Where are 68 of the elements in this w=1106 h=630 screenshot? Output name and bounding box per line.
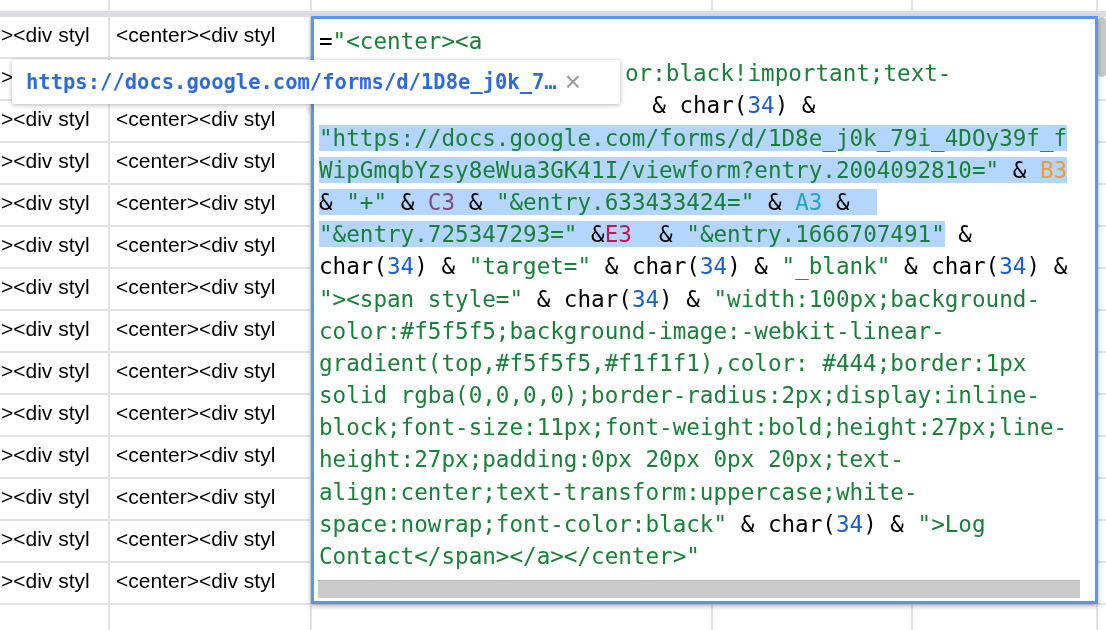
formula-text: "https://docs.google.com/forms/d/1D8e_j0k_79i_4DOy39f_f: [319, 124, 1068, 151]
cell-reference: B3: [1039, 156, 1068, 183]
formula-text: & char(: [739, 510, 836, 537]
formula-text: color:#f5f5f5;background-image:-webkit-linear-: [319, 317, 945, 344]
formula-text: =: [319, 28, 333, 54]
formula-text: gradient(top,#f5f5f5,#f1f1f1),color: #444;border:1px: [319, 349, 1027, 376]
formula-text: "+": [346, 188, 388, 215]
formula-text: 34: [699, 253, 728, 280]
formula-text: block;font-size:11px;font-weight:bold;height:27px;line-: [319, 414, 1068, 441]
table-cell: ><div styl: [0, 395, 110, 435]
formula-text: &: [957, 221, 972, 248]
formula-text: char(: [319, 253, 387, 280]
table-cell: ><div styl: [0, 311, 110, 351]
formula-text: & char(: [651, 92, 748, 119]
formula-text: & char(: [535, 285, 632, 312]
formula-text: "&entry.1666707491": [686, 221, 945, 248]
table-cell: ><div styl: [0, 521, 110, 561]
formula-text: 34: [387, 253, 415, 280]
formula-text: &: [455, 188, 496, 215]
table-cell: ><div styl: [0, 563, 110, 603]
cell-reference: E3: [604, 221, 632, 248]
formula-text: 34: [747, 92, 775, 119]
formula-text: ) &: [414, 253, 457, 280]
table-cell: ><div styl: [0, 353, 110, 393]
formula-text: "&entry.725347293=": [319, 221, 578, 248]
table-cell: ><div styl: [0, 227, 110, 267]
formula-text: height:27px;padding:0px 20px 0px 20px;text-: [319, 446, 904, 473]
table-cell: ><div styl: [0, 17, 110, 57]
table-cell: ><div styl: [0, 269, 110, 309]
formula-text: ) &: [863, 510, 905, 537]
formula-text: & char(: [903, 253, 1000, 280]
table-cell: ><div styl: [0, 143, 110, 183]
formula-text: &: [822, 188, 877, 215]
scrollbar[interactable]: [318, 580, 1080, 598]
formula-text: &: [577, 221, 605, 248]
formula-text: "<center><a: [332, 28, 483, 54]
formula-text: ) &: [774, 92, 816, 119]
formula-text: solid rgba(0,0,0,0);border-radius:2px;display:inline-: [319, 382, 1040, 409]
formula-text: space:nowrap;font-color:black": [319, 510, 728, 537]
formula-text: 34: [631, 285, 660, 312]
formula-text: ">Log: [917, 510, 986, 537]
formula-text: "target=": [468, 253, 592, 280]
formula-text: "width:100px;background-: [713, 285, 1040, 312]
formula-text: 34: [835, 510, 864, 537]
formula-text: or:black!important;text-: [625, 60, 952, 87]
formula-text: &: [319, 188, 347, 215]
cell-reference: C3: [427, 188, 456, 215]
formula-text: ) &: [1026, 253, 1068, 280]
formula-text: "&entry.633433424=": [495, 188, 755, 215]
cell-reference: A3: [795, 188, 823, 215]
formula-text: &: [387, 188, 428, 215]
formula-text: 34: [999, 253, 1027, 280]
table-cell: ><div styl: [0, 479, 110, 519]
formula-text: align:center;text-transform:uppercase;white-: [319, 478, 918, 505]
close-button[interactable]: ×: [564, 68, 582, 96]
formula-text: &: [999, 156, 1040, 183]
formula-text: ) &: [659, 285, 701, 312]
formula-text: &: [754, 188, 796, 215]
formula-text: & char(: [603, 253, 700, 280]
formula-text: "><span style=": [319, 285, 524, 312]
formula-text: WipGmqbYzsy8eWua3GK41I/viewform?entry.2004092810=": [319, 156, 1000, 183]
formula-text: &: [631, 221, 687, 248]
formula-text: Contact</span></a></center>": [319, 543, 700, 569]
table-cell: ><div styl: [0, 185, 110, 225]
table-cell: ><div styl: [0, 437, 110, 477]
formula-text: "_blank": [781, 253, 891, 280]
scrollbar[interactable]: [1098, 17, 1106, 77]
formula-text: ) &: [727, 253, 769, 280]
